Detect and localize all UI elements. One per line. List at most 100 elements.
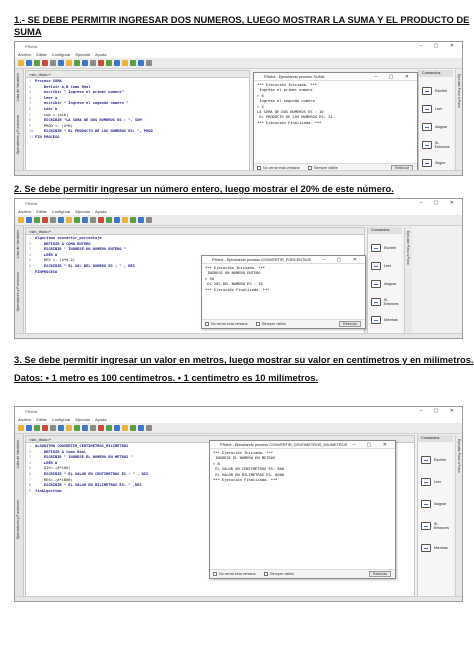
toolbar-button-icon[interactable] — [18, 217, 24, 223]
menu-configurar[interactable]: Configurar — [52, 209, 71, 214]
variables-list-tab[interactable]: Lista de Variables — [16, 440, 20, 468]
toolbar-button-icon[interactable] — [122, 217, 128, 223]
run-window-controls[interactable]: – ▢ ✕ — [323, 256, 362, 264]
toolbar-button-icon[interactable] — [18, 60, 24, 66]
toolbar-button-icon[interactable] — [42, 60, 48, 66]
menu-archivo[interactable]: Archivo — [18, 417, 31, 422]
toolbar-button-icon[interactable] — [74, 60, 80, 66]
toolbar-button-icon[interactable] — [146, 60, 152, 66]
toolbar-button-icon[interactable] — [66, 60, 72, 66]
step-run-strip[interactable]: Ejecutar Paso a Paso — [404, 227, 412, 333]
toolbar-button-icon[interactable] — [74, 425, 80, 431]
window-controls[interactable]: – ▢ ✕ — [420, 199, 459, 208]
menu-editar[interactable]: Editar — [36, 52, 46, 57]
restart-button[interactable]: Reiniciar — [339, 321, 361, 327]
code-editor[interactable]: <sin_titulo>* 1 Proceso SUMA 2 Definir A,B… — [25, 70, 250, 171]
command-leer[interactable]: Leer — [418, 478, 453, 486]
toolbar-button-icon[interactable] — [98, 60, 104, 66]
toolbar-button-icon[interactable] — [34, 425, 40, 431]
always-visible-checkbox[interactable]: Siempre visible — [263, 572, 294, 577]
operators-functions-tab[interactable]: Operadores y Funciones — [16, 115, 20, 154]
command-leer[interactable]: Leer — [419, 105, 453, 113]
tab-sin-titulo[interactable]: <sin_titulo>* — [29, 437, 51, 442]
toolbar-button-icon[interactable] — [58, 60, 64, 66]
step-run-strip[interactable]: Ejecutar Paso a Paso — [455, 70, 462, 170]
command-si-entonces[interactable]: Si-Entonces — [368, 298, 402, 306]
toolbar-button-icon[interactable] — [34, 60, 40, 66]
command-mientras[interactable]: Mientras — [418, 544, 453, 552]
operators-functions-tab[interactable]: Operadores y Funciones — [16, 500, 20, 539]
toolbar-button-icon[interactable] — [42, 425, 48, 431]
toolbar-button-icon[interactable] — [114, 60, 120, 66]
menu-ayuda[interactable]: Ayuda — [95, 417, 106, 422]
window-controls[interactable]: – ▢ ✕ — [420, 407, 459, 416]
command-si-entonces[interactable]: Si-Entonces — [419, 141, 453, 149]
toolbar-button-icon[interactable] — [138, 425, 144, 431]
menu-archivo[interactable]: Archivo — [18, 52, 31, 57]
toolbar-button-icon[interactable] — [82, 217, 88, 223]
menu-ayuda[interactable]: Ayuda — [95, 52, 106, 57]
command-asignar[interactable]: Asignar — [419, 123, 453, 131]
command-si-entonces[interactable]: Si-Entonces — [418, 522, 453, 530]
toolbar-button-icon[interactable] — [34, 217, 40, 223]
toolbar-button-icon[interactable] — [82, 425, 88, 431]
menu-archivo[interactable]: Archivo — [18, 209, 31, 214]
command-escribir[interactable]: Escribir — [419, 87, 453, 95]
menu-configurar[interactable]: Configurar — [52, 52, 71, 57]
toolbar-button-icon[interactable] — [146, 217, 152, 223]
toolbar-button-icon[interactable] — [98, 425, 104, 431]
toolbar-button-icon[interactable] — [50, 217, 56, 223]
menu-ayuda[interactable]: Ayuda — [95, 209, 106, 214]
toolbar-button-icon[interactable] — [58, 425, 64, 431]
toolbar-button-icon[interactable] — [114, 217, 120, 223]
step-run-strip[interactable]: Ejecutar Paso a Paso — [455, 435, 462, 596]
toolbar-button-icon[interactable] — [90, 60, 96, 66]
toolbar-button-icon[interactable] — [138, 60, 144, 66]
toolbar-button-icon[interactable] — [90, 217, 96, 223]
run-window-controls[interactable]: – ▢ ✕ — [375, 73, 414, 81]
toolbar-button-icon[interactable] — [26, 217, 32, 223]
toolbar-button-icon[interactable] — [114, 425, 120, 431]
always-visible-checkbox[interactable]: Siempre visible — [255, 322, 286, 327]
variables-list-tab[interactable]: Lista de Variables — [16, 73, 20, 101]
command-leer[interactable]: Leer — [368, 262, 402, 270]
tab-sin-titulo[interactable]: <sin_titulo>* — [29, 72, 51, 77]
tab-sin-titulo[interactable]: <sin_titulo>* — [29, 229, 51, 234]
toolbar-button-icon[interactable] — [130, 425, 136, 431]
toolbar-button-icon[interactable] — [106, 60, 112, 66]
variables-list-tab[interactable]: Lista de Variables — [16, 230, 20, 258]
restart-button[interactable]: Reiniciar — [369, 571, 391, 577]
toolbar-button-icon[interactable] — [106, 217, 112, 223]
command-asignar[interactable]: Asignar — [418, 500, 453, 508]
toolbar-button-icon[interactable] — [130, 217, 136, 223]
toolbar-button-icon[interactable] — [58, 217, 64, 223]
command-asignar[interactable]: Asignar — [368, 280, 402, 288]
toolbar-button-icon[interactable] — [138, 217, 144, 223]
command-seg-n[interactable]: Según — [419, 159, 453, 167]
toolbar-button-icon[interactable] — [98, 217, 104, 223]
keep-open-checkbox[interactable]: No cerrar esta ventana — [213, 572, 256, 577]
toolbar-button-icon[interactable] — [130, 60, 136, 66]
toolbar-button-icon[interactable] — [18, 425, 24, 431]
toolbar-button-icon[interactable] — [106, 425, 112, 431]
toolbar-button-icon[interactable] — [74, 217, 80, 223]
menu-configurar[interactable]: Configurar — [52, 417, 71, 422]
toolbar-button-icon[interactable] — [50, 425, 56, 431]
toolbar-button-icon[interactable] — [122, 425, 128, 431]
toolbar-button-icon[interactable] — [42, 217, 48, 223]
command-escribir[interactable]: Escribir — [368, 244, 402, 252]
toolbar-button-icon[interactable] — [66, 425, 72, 431]
toolbar-button-icon[interactable] — [66, 217, 72, 223]
menu-editar[interactable]: Editar — [36, 417, 46, 422]
toolbar-button-icon[interactable] — [26, 60, 32, 66]
command-escribir[interactable]: Escribir — [418, 456, 453, 464]
operators-functions-tab[interactable]: Operadores y Funciones — [16, 272, 20, 311]
menu-ejecutar[interactable]: Ejecutar — [75, 417, 90, 422]
run-window-controls[interactable]: – ▢ ✕ — [353, 441, 392, 449]
toolbar-button-icon[interactable] — [146, 425, 152, 431]
toolbar-button-icon[interactable] — [122, 60, 128, 66]
toolbar-button-icon[interactable] — [82, 60, 88, 66]
menu-editar[interactable]: Editar — [36, 209, 46, 214]
command-mientras[interactable]: Mientras — [368, 316, 402, 324]
menu-ejecutar[interactable]: Ejecutar — [75, 209, 90, 214]
